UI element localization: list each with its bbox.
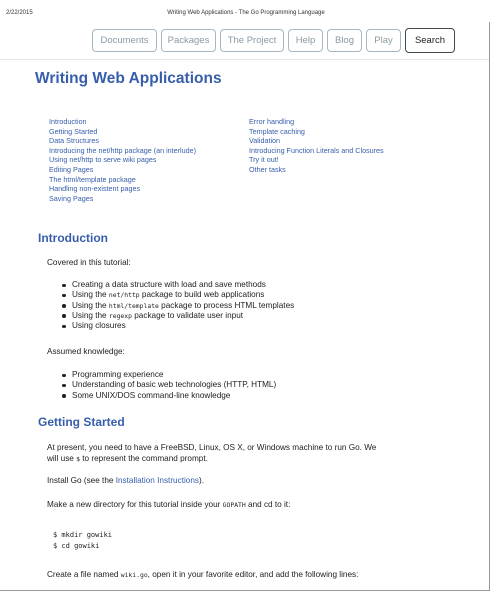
list-item: Using the net/http package to build web … xyxy=(61,290,294,300)
toc-link[interactable]: Editing Pages xyxy=(49,165,196,175)
list-item: Creating a data structure with load and … xyxy=(61,280,294,290)
requirements-paragraph: At present, you need to have a FreeBSD, … xyxy=(47,443,377,463)
nav-documents-button[interactable]: Documents xyxy=(92,29,157,52)
toc-link[interactable]: Try it out! xyxy=(249,155,384,165)
toc-link[interactable]: Handling non-existent pages xyxy=(49,184,196,194)
toc-link[interactable]: Getting Started xyxy=(49,127,196,137)
create-file-paragraph: Create a file named wiki.go, open it in … xyxy=(47,570,359,579)
assumed-knowledge-label: Assumed knowledge: xyxy=(47,347,125,356)
toc-left-column: Introduction Getting Started Data Struct… xyxy=(49,117,196,203)
toc-link[interactable]: Template caching xyxy=(249,127,384,137)
introduction-heading: Introduction xyxy=(38,231,108,245)
install-paragraph: Install Go (see the Installation Instruc… xyxy=(47,476,205,485)
toc-link[interactable]: Introduction xyxy=(49,117,196,127)
list-item: Using the regexp package to validate use… xyxy=(61,311,294,321)
toc-link[interactable]: Validation xyxy=(249,136,384,146)
nav-blog-button[interactable]: Blog xyxy=(327,29,362,52)
nav-help-button[interactable]: Help xyxy=(288,29,323,52)
list-item: Some UNIX/DOS command-line knowledge xyxy=(61,391,276,401)
code-line: $ mkdir gowiki xyxy=(53,531,113,539)
getting-started-heading: Getting Started xyxy=(38,415,125,429)
print-title: Writing Web Applications - The Go Progra… xyxy=(167,10,325,16)
toc-link[interactable]: Data Structures xyxy=(49,136,196,146)
directory-paragraph: Make a new directory for this tutorial i… xyxy=(47,500,291,509)
list-item: Programming experience xyxy=(61,370,276,380)
toc-link[interactable]: Saving Pages xyxy=(49,194,196,204)
search-button[interactable]: Search xyxy=(405,28,455,53)
nav-play-button[interactable]: Play xyxy=(366,29,401,52)
list-item: Using the html/template package to proce… xyxy=(61,300,295,310)
toc-link[interactable]: The html/template package xyxy=(49,175,196,185)
code-block: $ mkdir gowiki $ cd gowiki xyxy=(53,530,112,552)
toc-right-column: Error handling Template caching Validati… xyxy=(249,117,384,175)
covered-label: Covered in this tutorial: xyxy=(47,258,131,267)
covered-list: Creating a data structure with load and … xyxy=(61,280,295,331)
page-title: Writing Web Applications xyxy=(35,70,222,87)
toc-link[interactable]: Using net/http to serve wiki pages xyxy=(49,155,196,165)
list-item: Understanding of basic web technologies … xyxy=(61,380,277,390)
header-divider xyxy=(0,59,489,60)
code-line: $ cd gowiki xyxy=(53,542,100,550)
print-header: 2/22/2015 Writing Web Applications - The… xyxy=(0,8,492,20)
installation-instructions-link[interactable]: Installation Instructions xyxy=(116,476,199,485)
assumed-list: Programming experience Understanding of … xyxy=(61,370,277,401)
nav-packages-button[interactable]: Packages xyxy=(161,29,216,52)
toc-link[interactable]: Introducing Function Literals and Closur… xyxy=(249,146,384,156)
nav-project-button[interactable]: The Project xyxy=(220,29,284,52)
toc-link[interactable]: Introducing the net/http package (an int… xyxy=(49,146,196,156)
toc-link[interactable]: Other tasks xyxy=(249,165,384,175)
list-item: Using closures xyxy=(61,321,294,331)
toc-link[interactable]: Error handling xyxy=(249,117,384,127)
